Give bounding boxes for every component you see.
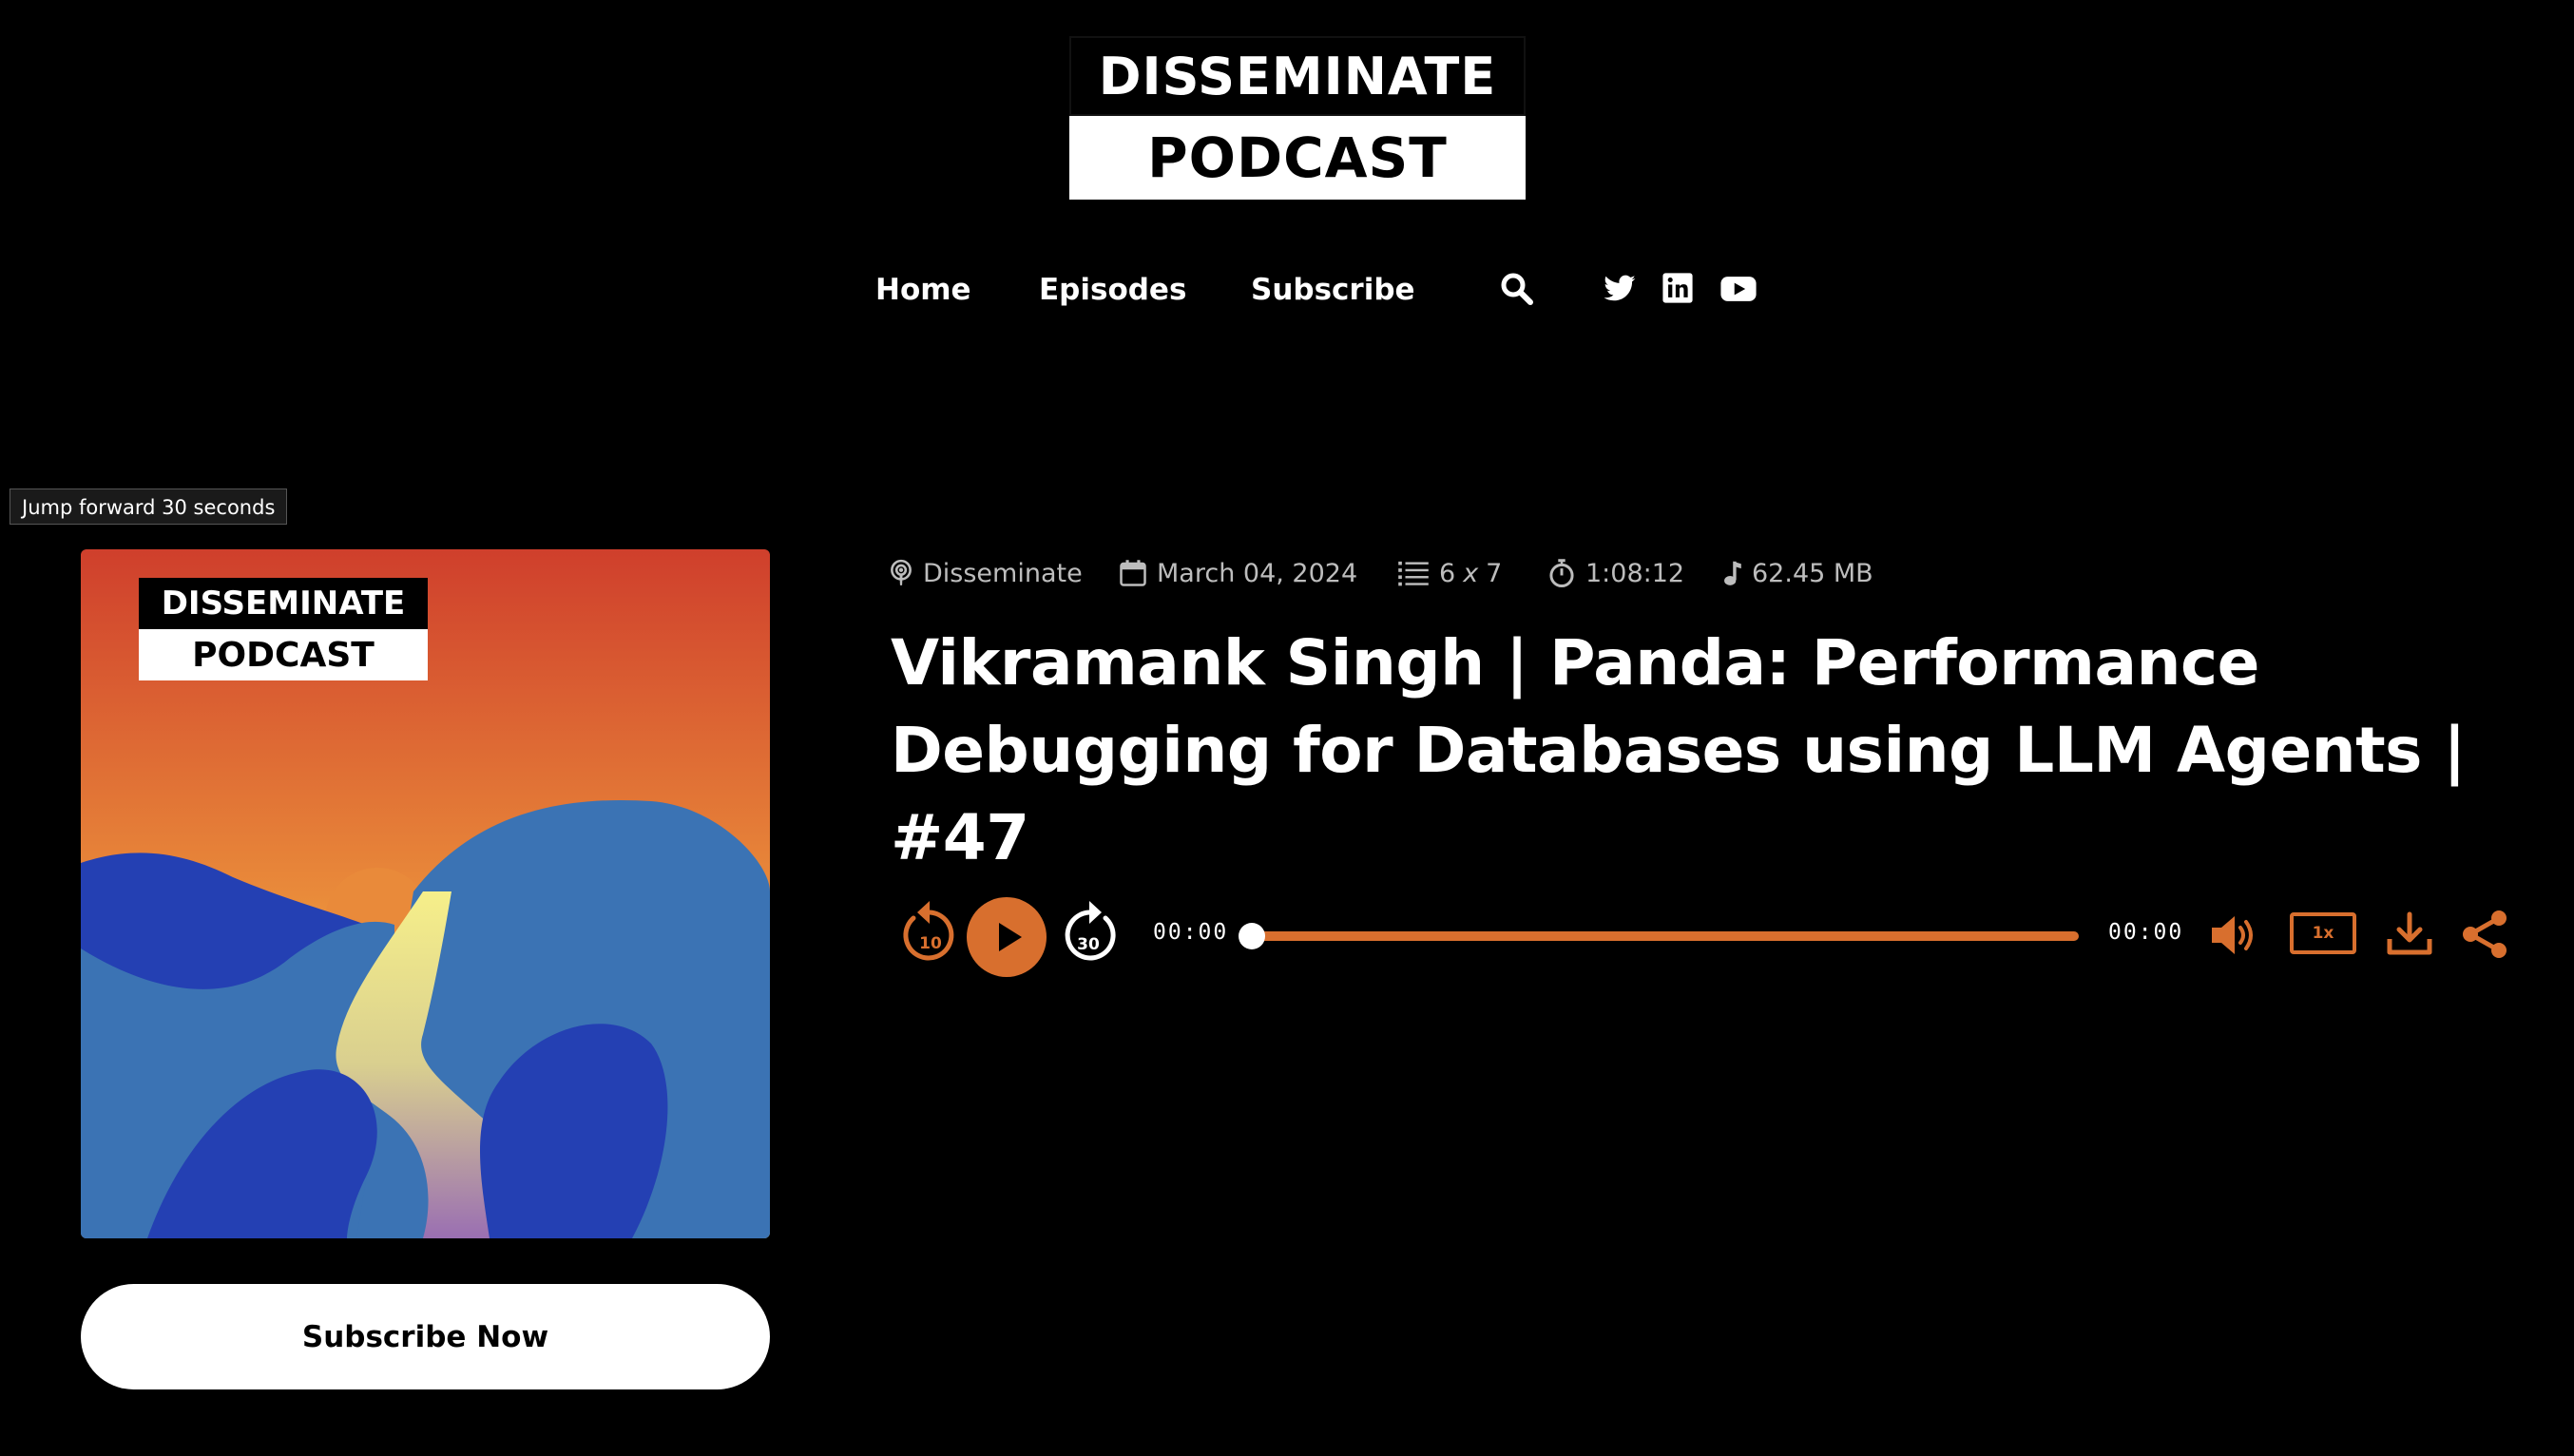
meta-show[interactable]: Disseminate: [889, 553, 1083, 593]
nav-episodes[interactable]: Episodes: [1039, 266, 1186, 314]
page: DISSEMINATE PODCAST Home Episodes Subscr…: [0, 0, 2574, 1456]
cover-logo-line-1: DISSEMINATE: [139, 578, 428, 629]
audio-player: 10 30 00:00 00:00 1x: [889, 884, 2514, 988]
episode-title-line-2: Debugging for Databases using LLM Agents…: [891, 714, 2467, 874]
play-icon: [967, 897, 1047, 977]
rewind-10-button[interactable]: 10: [900, 899, 959, 971]
meta-duration: 1:08:12: [1547, 553, 1684, 593]
nav-subscribe[interactable]: Subscribe: [1251, 266, 1415, 314]
current-time: 00:00: [1153, 920, 1229, 945]
meta-show-label: Disseminate: [923, 558, 1083, 588]
meta-season: 6: [1439, 558, 1456, 588]
youtube-icon[interactable]: [1719, 272, 1757, 308]
site-logo[interactable]: DISSEMINATE PODCAST: [1069, 36, 1526, 200]
logo-line-2: PODCAST: [1069, 116, 1526, 200]
total-time: 00:00: [2108, 920, 2184, 945]
jump-forward-tooltip: Jump forward 30 seconds: [10, 489, 288, 525]
forward-30-button[interactable]: 30: [1060, 899, 1119, 971]
linkedin-icon[interactable]: [1662, 272, 1698, 308]
forward-icon: 30: [1065, 901, 1116, 961]
search-icon[interactable]: [1500, 272, 1536, 308]
main-nav: Home Episodes Subscribe: [0, 266, 2574, 314]
list-icon: [1398, 561, 1429, 586]
calendar-icon: [1120, 560, 1146, 586]
stopwatch-icon: [1549, 559, 1574, 588]
progress-bar[interactable]: [1239, 923, 2079, 949]
meta-season-episode-separator: x: [1463, 558, 1479, 588]
download-icon: [2387, 911, 2432, 955]
volume-icon: [2212, 916, 2253, 954]
meta-date: March 04, 2024: [1119, 553, 1357, 593]
cover-logo: DISSEMINATE PODCAST: [139, 578, 428, 680]
nav-home[interactable]: Home: [875, 266, 971, 314]
rewind-seconds-label: 10: [919, 934, 942, 953]
podcast-icon: [891, 559, 912, 585]
download-button[interactable]: [2386, 910, 2433, 962]
meta-date-label: March 04, 2024: [1157, 558, 1358, 588]
episode-title-line-1: Vikramank Singh | Panda: Performance: [891, 626, 2259, 699]
playback-speed-button[interactable]: 1x: [2290, 912, 2356, 954]
meta-size-label: 62.45 MB: [1752, 558, 1873, 588]
rewind-icon: 10: [903, 901, 954, 961]
forward-seconds-label: 30: [1077, 935, 1100, 954]
volume-button[interactable]: [2210, 912, 2259, 962]
play-button[interactable]: [967, 897, 1047, 981]
subscribe-now-button[interactable]: Subscribe Now: [81, 1284, 770, 1389]
share-icon: [2463, 910, 2507, 958]
cover-logo-line-2: PODCAST: [139, 629, 428, 680]
share-button[interactable]: [2459, 909, 2510, 964]
meta-season-episode: 6 x 7: [1397, 553, 1502, 593]
logo-line-1: DISSEMINATE: [1069, 36, 1526, 116]
meta-size: 62.45 MB: [1721, 553, 1873, 593]
podcast-cover-art: DISSEMINATE PODCAST: [81, 549, 770, 1238]
progress-knob[interactable]: [1239, 923, 1265, 949]
episode-title: Vikramank Singh | Panda: Performance Deb…: [891, 620, 2526, 882]
meta-duration-label: 1:08:12: [1585, 558, 1685, 588]
music-note-icon: [1724, 561, 1741, 585]
twitter-icon[interactable]: [1603, 272, 1639, 308]
meta-episode: 7: [1486, 558, 1503, 588]
